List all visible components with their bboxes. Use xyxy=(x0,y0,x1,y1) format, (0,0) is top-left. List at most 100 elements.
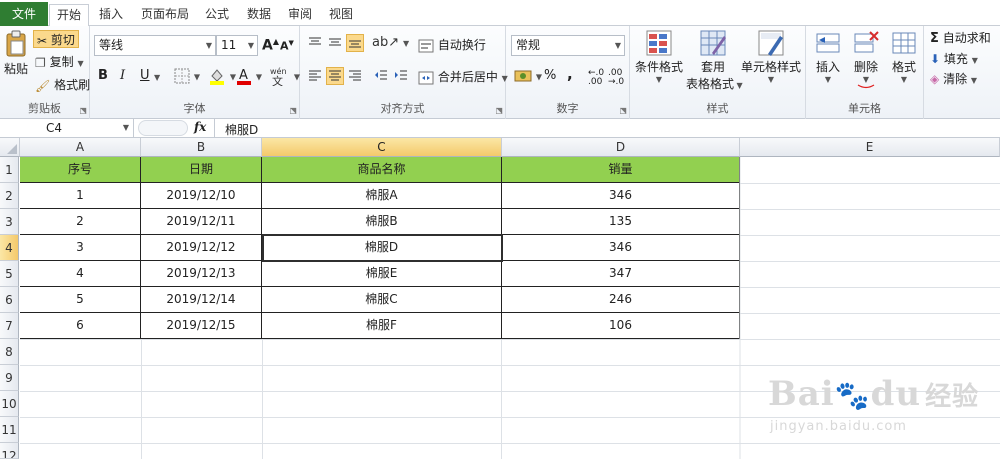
grow-font-button[interactable]: A▲ xyxy=(262,37,279,54)
merge-center-button[interactable]: 合并后居中 ▼ xyxy=(418,68,508,85)
cell-styles-button[interactable]: 单元格样式 ▼ xyxy=(738,30,804,84)
tab-insert[interactable]: 插入 xyxy=(92,4,130,26)
row-header-11[interactable]: 11 xyxy=(0,417,19,443)
row-header-12[interactable]: 12 xyxy=(0,443,19,459)
column-header-d[interactable]: D xyxy=(502,138,740,157)
column-header-b[interactable]: B xyxy=(141,138,262,157)
row-header-6[interactable]: 6 xyxy=(0,287,19,313)
align-bottom-button[interactable] xyxy=(346,34,364,52)
tab-view[interactable]: 视图 xyxy=(322,4,360,26)
styles-group: 条件格式 ▼ 套用 表格格式 ▼ 单元格样式 ▼ 样式 xyxy=(630,26,806,119)
shrink-font-button[interactable]: A▼ xyxy=(280,39,294,53)
font-name-value: 等线 xyxy=(99,38,124,52)
wrap-text-button[interactable]: 自动换行 xyxy=(418,36,486,53)
italic-button[interactable]: I xyxy=(120,68,125,83)
clear-button[interactable]: ◈ 清除 ▼ xyxy=(930,70,977,87)
row-header-9[interactable]: 9 xyxy=(0,365,19,391)
accounting-format-button[interactable]: ▼ xyxy=(514,68,542,84)
insert-cells-button[interactable]: 插入 ▼ xyxy=(810,30,846,84)
chevron-down-icon: ▼ xyxy=(247,41,254,50)
dialog-launcher-icon[interactable]: ⬔ xyxy=(79,106,87,115)
font-name-select[interactable]: 等线 ▼ xyxy=(94,35,216,56)
format-cells-button[interactable]: 格式 ▼ xyxy=(886,30,922,84)
row-header-8[interactable]: 8 xyxy=(0,339,19,365)
delete-cells-label: 删除 xyxy=(853,60,878,74)
align-left-icon xyxy=(309,70,321,81)
tab-review[interactable]: 审阅 xyxy=(281,4,319,26)
increase-decimal-button[interactable]: ←.0.00 xyxy=(588,69,604,87)
scissors-icon: ✂ xyxy=(37,33,48,48)
tab-home[interactable]: 开始 xyxy=(49,4,89,27)
decrease-decimal-button[interactable]: .00 →.0 xyxy=(608,69,624,87)
align-top-button[interactable] xyxy=(306,34,324,52)
phonetic-button[interactable]: wén 文 ▼ xyxy=(270,66,300,86)
align-middle-button[interactable] xyxy=(326,34,344,52)
orientation-button[interactable]: ab↗ ▼ xyxy=(372,35,409,50)
align-bottom-icon xyxy=(349,40,361,48)
paste-button[interactable]: 粘贴 xyxy=(2,30,30,77)
format-as-table-button[interactable]: 套用 表格格式 ▼ xyxy=(686,30,743,92)
formula-input[interactable]: 棉服D xyxy=(214,119,1000,137)
name-box[interactable]: C4 ▼ xyxy=(0,119,134,137)
column-header-e[interactable]: E xyxy=(740,138,1000,157)
increase-indent-button[interactable] xyxy=(392,67,410,85)
align-center-button[interactable] xyxy=(326,67,344,85)
align-right-button[interactable] xyxy=(346,67,364,85)
dialog-launcher-icon[interactable]: ⬔ xyxy=(619,106,627,115)
underline-button[interactable]: U xyxy=(140,68,150,83)
autosum-button[interactable]: Σ 自动求和 xyxy=(930,29,991,46)
row-header-2[interactable]: 2 xyxy=(0,183,19,209)
align-left-button[interactable] xyxy=(306,67,324,85)
delete-cells-button[interactable]: 删除 ▼ xyxy=(848,30,884,90)
percent-style-button[interactable]: % xyxy=(544,68,556,83)
chevron-down-icon[interactable]: ▼ xyxy=(154,73,160,82)
copy-button[interactable]: ❐ 复制 ▼ xyxy=(35,53,84,70)
insert-function-button[interactable]: fx xyxy=(194,120,206,134)
row-header-10[interactable]: 10 xyxy=(0,391,19,417)
tab-formulas[interactable]: 公式 xyxy=(198,4,236,26)
dialog-launcher-icon[interactable]: ⬔ xyxy=(289,106,297,115)
borders-button[interactable]: ▼ xyxy=(174,68,200,84)
row-header-1[interactable]: 1 xyxy=(0,157,19,183)
excel-window: 文件 开始 插入 页面布局 公式 数据 审阅 视图 粘贴 ✂ 剪切 ❐ 复制 ▼… xyxy=(0,0,1000,459)
formula-bar: C4 ▼ fx 棉服D xyxy=(0,119,1000,138)
chevron-down-icon: ▼ xyxy=(970,76,978,85)
conditional-formatting-icon xyxy=(646,30,672,56)
row-header-4[interactable]: 4 xyxy=(0,235,19,261)
select-all-corner[interactable] xyxy=(0,138,20,157)
cut-button[interactable]: ✂ 剪切 xyxy=(33,30,79,48)
svg-text:A: A xyxy=(239,68,248,83)
tab-file[interactable]: 文件 xyxy=(0,2,48,26)
comma-style-button[interactable]: , xyxy=(567,65,573,83)
copy-label: 复制 xyxy=(49,55,74,69)
clipboard-group-label: 剪贴板 xyxy=(28,102,61,115)
row-header-7[interactable]: 7 xyxy=(0,313,19,339)
chevron-down-icon: ▼ xyxy=(971,56,978,65)
dialog-launcher-icon[interactable]: ⬔ xyxy=(495,106,503,115)
tab-page-layout[interactable]: 页面布局 xyxy=(134,4,196,26)
column-header-c[interactable]: C xyxy=(262,138,502,157)
chevron-down-icon: ▼ xyxy=(193,72,200,82)
column-header-a[interactable]: A xyxy=(20,138,141,157)
format-cells-label: 格式 xyxy=(891,60,916,74)
format-painter-button[interactable]: 🖌 格式刷 xyxy=(35,76,90,93)
worksheet-grid[interactable]: A B C D E 1 2 3 4 5 6 7 8 9 10 11 12 序号 … xyxy=(0,138,1000,459)
wrap-text-icon xyxy=(418,39,434,52)
formula-bar-splitter[interactable] xyxy=(138,120,188,136)
font-color-button[interactable]: A ▼ xyxy=(236,66,262,86)
font-size-select[interactable]: 11 ▼ xyxy=(216,35,258,56)
decrease-indent-button[interactable] xyxy=(372,67,390,85)
row-header-3[interactable]: 3 xyxy=(0,209,19,235)
red-annotation-mark xyxy=(857,84,875,89)
row-header-5[interactable]: 5 xyxy=(0,261,19,287)
editing-group: Σ 自动求和 ⬇ 填充 ▼ ◈ 清除 ▼ xyxy=(924,26,1000,119)
tab-data[interactable]: 数据 xyxy=(240,4,278,26)
fill-color-button[interactable]: ▼ xyxy=(208,67,236,85)
bold-button[interactable]: B xyxy=(98,68,108,83)
conditional-formatting-button[interactable]: 条件格式 ▼ xyxy=(632,30,686,84)
format-cells-icon xyxy=(892,32,916,54)
font-group: 等线 ▼ 11 ▼ A▲ A▼ B I U ▼ ▼ ▼ A ▼ wén 文 ▼ … xyxy=(90,26,300,119)
number-format-select[interactable]: 常规 ▼ xyxy=(511,35,625,56)
fill-color-icon xyxy=(210,69,224,85)
fill-button[interactable]: ⬇ 填充 ▼ xyxy=(930,50,978,67)
